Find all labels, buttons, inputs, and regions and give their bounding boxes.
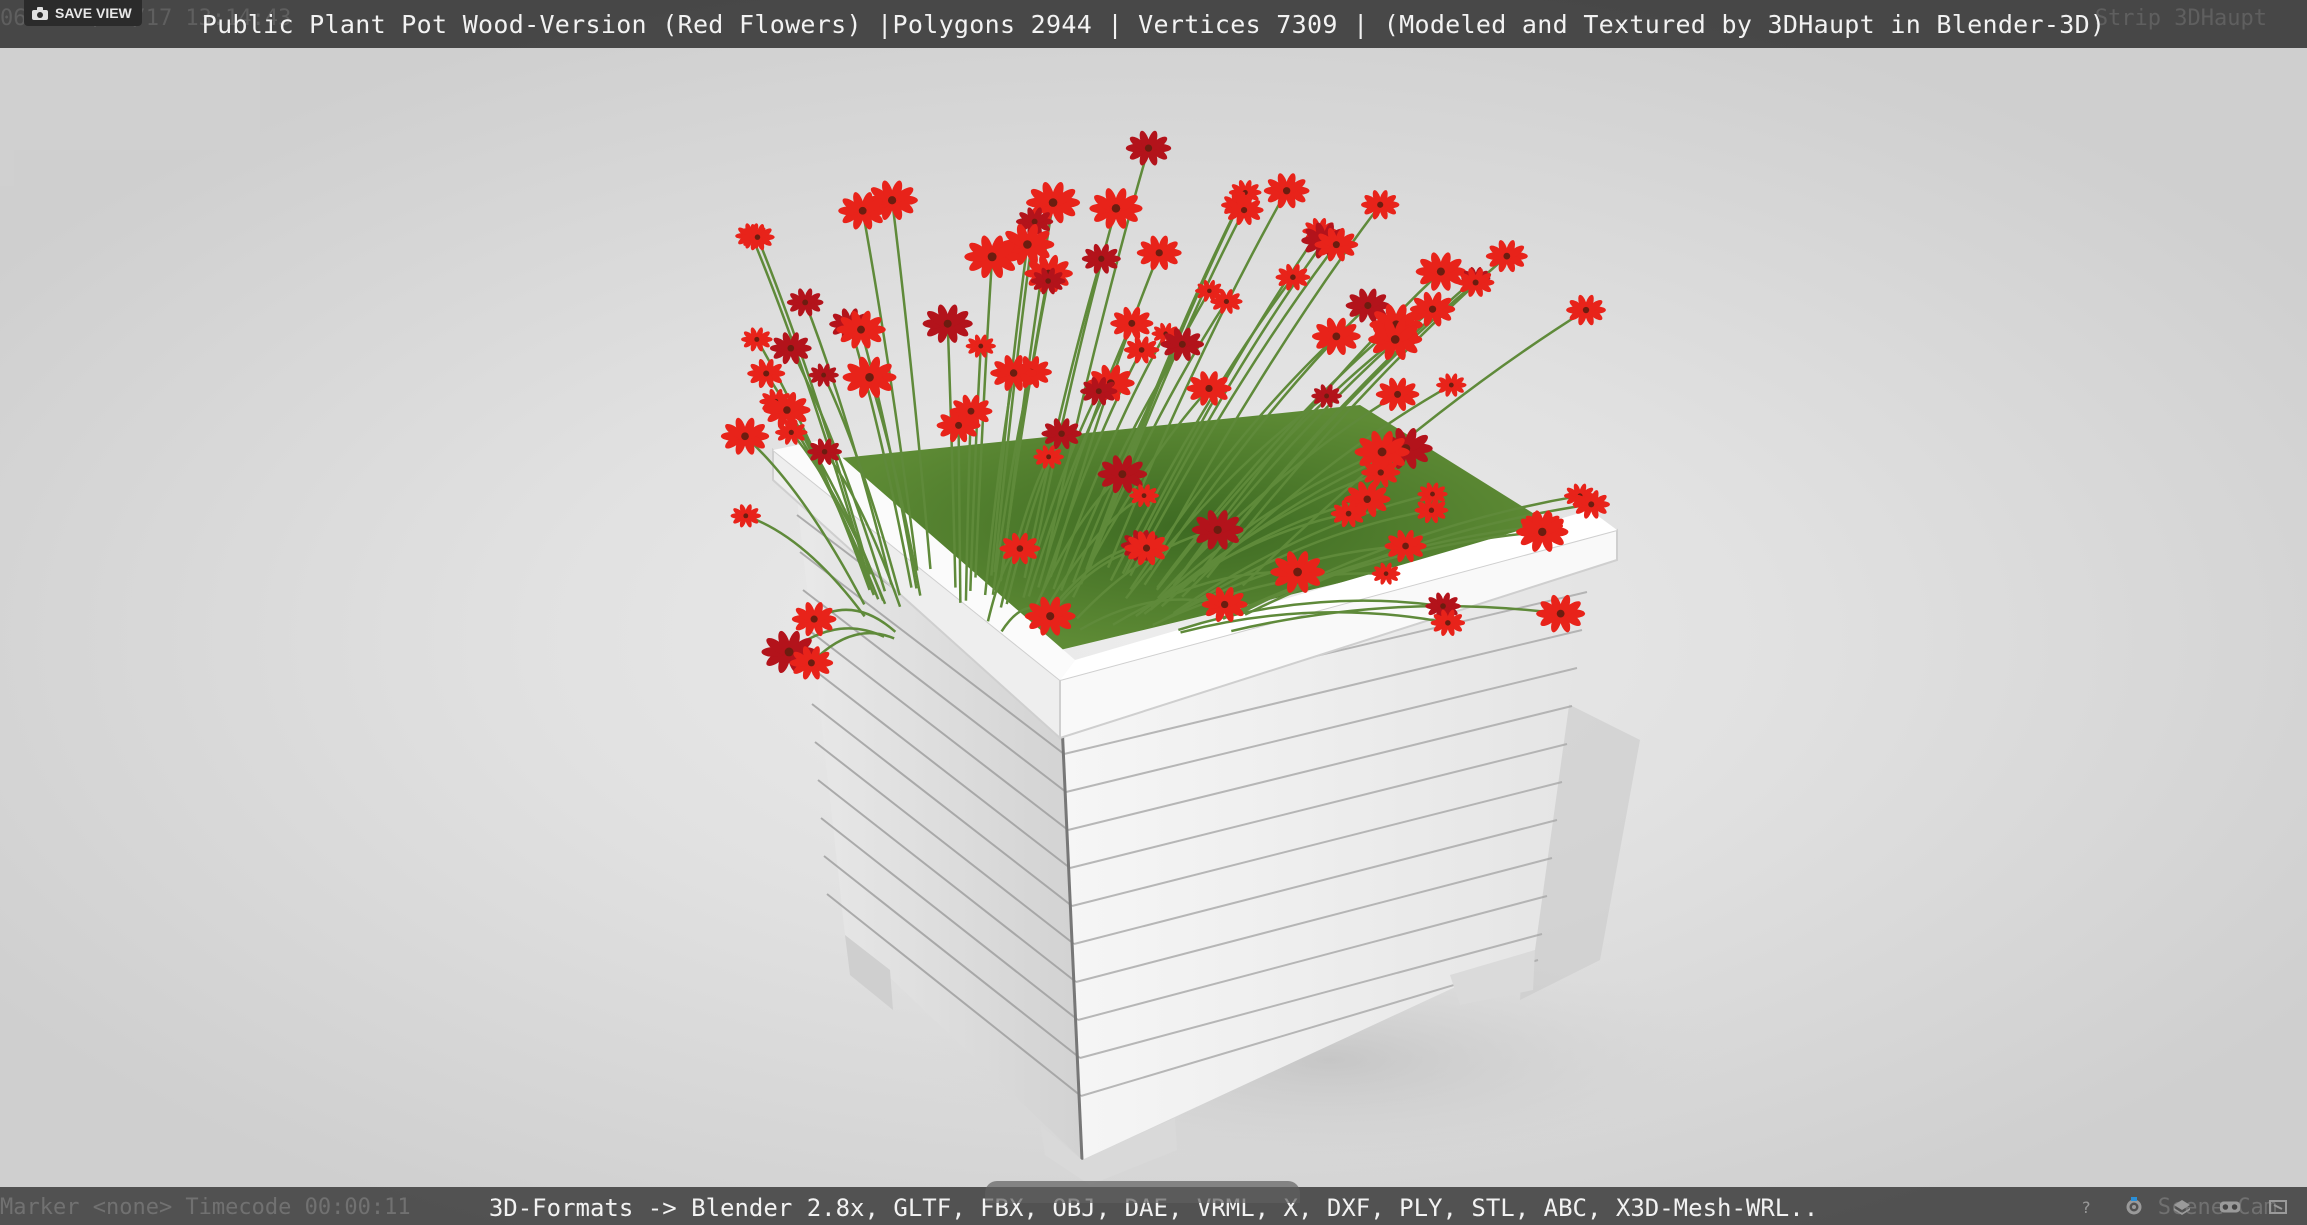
model-viewport[interactable]: 06 2020/07/17 13:14:43 Strip 3DHaupt Pub… [0, 0, 2307, 1225]
model-title: Public Plant Pot Wood-Version (Red Flowe… [201, 10, 2106, 39]
timeline-handle[interactable] [985, 1181, 1300, 1203]
save-view-button[interactable]: SAVE VIEW [24, 0, 142, 26]
viewer-title-bar: 06 2020/07/17 13:14:43 Strip 3DHaupt Pub… [0, 0, 2307, 48]
camera-icon [32, 6, 48, 20]
model-render [720, 130, 1750, 1185]
save-view-label: SAVE VIEW [55, 5, 132, 21]
vr-icon[interactable] [2219, 1197, 2241, 1217]
help-icon[interactable]: ? [2075, 1197, 2097, 1217]
viewer-controls: ? [2075, 1197, 2289, 1217]
svg-text:?: ? [2082, 1198, 2091, 1217]
settings-icon[interactable] [2123, 1197, 2145, 1217]
layers-icon[interactable] [2171, 1197, 2193, 1217]
fullscreen-icon[interactable] [2267, 1197, 2289, 1217]
